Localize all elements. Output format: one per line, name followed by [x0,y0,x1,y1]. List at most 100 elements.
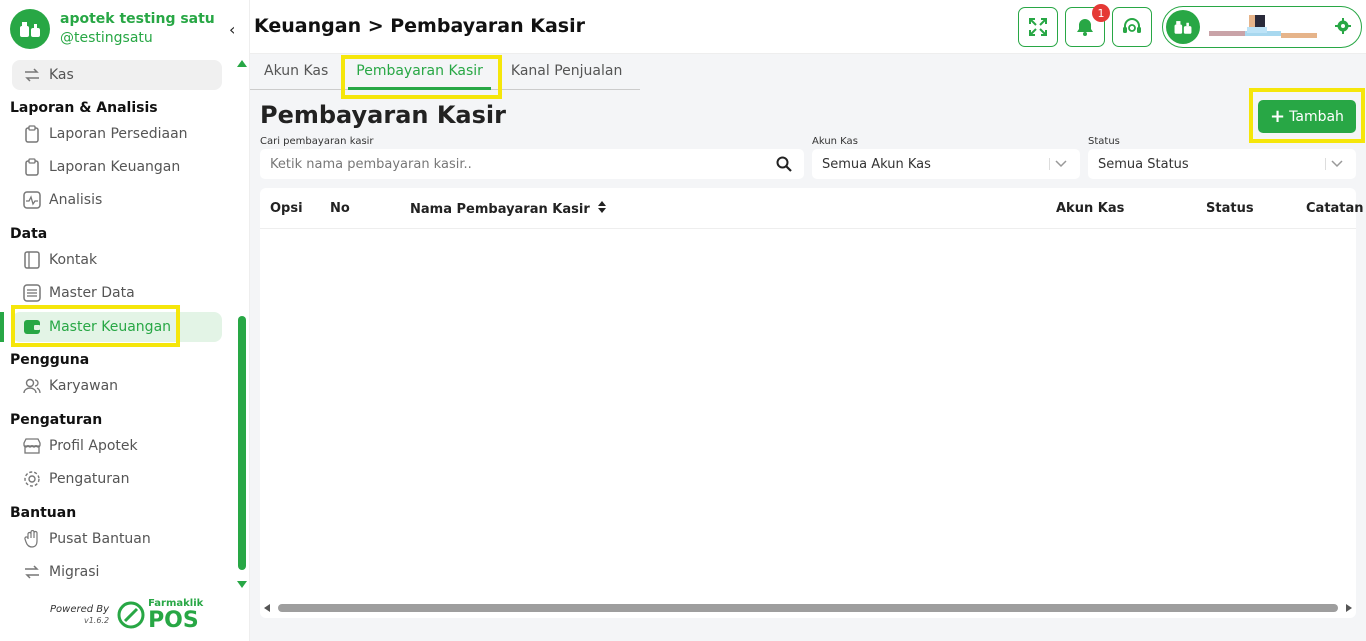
select-separator [1325,158,1326,170]
section-title-bantuan: Bantuan [10,505,77,521]
section-title-data: Data [10,226,48,242]
scroll-down-arrow-icon[interactable] [237,581,247,588]
brand: apotek testing satu @testingsatu [10,9,215,49]
chevron-down-icon [1054,156,1068,174]
profile-menu[interactable] [1162,6,1362,48]
powered-by: Powered By v1.6.2 Farmaklik POS [50,598,203,632]
sidebar-item-pusat-bantuan[interactable]: Pusat Bantuan [12,524,222,554]
status-select[interactable]: Semua Status [1088,149,1356,179]
data-table: Opsi No Nama Pembayaran Kasir Akun Kas S… [260,188,1364,618]
wallet-icon [22,317,42,337]
akun-kas-label: Akun Kas [812,136,858,147]
sidebar-item-master-data[interactable]: Master Data [12,278,222,308]
sidebar-item-karyawan[interactable]: Karyawan [12,371,222,401]
hand-icon [22,529,42,549]
scroll-left-arrow-icon[interactable] [264,604,270,612]
add-button[interactable]: + Tambah [1258,100,1356,133]
sidebar-item-label: Kontak [49,252,98,268]
clipboard-icon [22,157,42,177]
sidebar: apotek testing satu @testingsatu ‹ Kas L… [0,0,250,641]
tab-pembayaran-kasir[interactable]: Pembayaran Kasir [348,55,491,90]
notification-badge: 1 [1092,4,1110,22]
search-label: Cari pembayaran kasir [260,136,374,147]
version-label: v1.6.2 [83,616,110,625]
sidebar-item-pengaturan[interactable]: Pengaturan [12,464,222,494]
sidebar-item-label: Laporan Persediaan [49,126,188,142]
sidebar-item-kontak[interactable]: Kontak [12,245,222,275]
powered-by-label: Powered By [50,604,110,615]
collapse-sidebar-icon[interactable]: ‹ [229,20,235,39]
headset-icon [1123,18,1141,33]
akun-kas-select[interactable]: Semua Akun Kas [812,149,1080,179]
tab-kanal-penjualan[interactable]: Kanal Penjualan [497,55,636,90]
search-icon[interactable] [776,156,792,176]
sidebar-item-kas[interactable]: Kas [12,60,222,90]
farmaklik-logo-big: POS [148,608,199,633]
status-value: Semua Status [1098,156,1189,172]
notification-button[interactable]: 1 [1065,4,1110,47]
clipboard-icon [22,124,42,144]
plus-icon: + [1270,106,1286,127]
column-header-nama[interactable]: Nama Pembayaran Kasir [410,201,607,217]
sidebar-item-laporan-keuangan[interactable]: Laporan Keuangan [12,152,222,182]
sidebar-item-master-keuangan[interactable]: Master Keuangan [12,312,222,342]
settings-gear-icon[interactable] [1335,18,1351,38]
tab-bar: Akun Kas Pembayaran Kasir Kanal Penjuala… [250,55,640,90]
column-header-label: Nama Pembayaran Kasir [410,202,590,217]
sidebar-item-label: Migrasi [49,564,100,580]
top-header: Keuangan > Pembayaran Kasir 1 [250,0,1366,54]
sidebar-item-laporan-persediaan[interactable]: Laporan Persediaan [12,119,222,149]
farmaklik-mark-icon [117,601,145,629]
fullscreen-button[interactable] [1018,7,1058,47]
activity-icon [22,190,42,210]
search-placeholder: Ketik nama pembayaran kasir.. [270,156,472,172]
farmaklik-logo: Farmaklik POS [117,598,203,632]
scroll-up-arrow-icon[interactable] [237,60,247,67]
column-header-opsi: Opsi [270,201,303,216]
sidebar-item-label: Karyawan [49,378,119,394]
sidebar-item-label: Analisis [49,192,103,208]
scroll-right-arrow-icon[interactable] [1346,604,1352,612]
bell-icon [1077,19,1093,36]
expand-icon [1029,18,1047,36]
brand-name: apotek testing satu [60,11,215,27]
page-title: Pembayaran Kasir [260,101,506,129]
status-label: Status [1088,136,1120,147]
sidebar-item-migrasi[interactable]: Migrasi [12,557,222,587]
transfer-icon [22,65,42,85]
akun-kas-value: Semua Akun Kas [822,156,931,172]
profile-name-redacted [1209,15,1317,41]
search-input[interactable]: Ketik nama pembayaran kasir.. [260,149,804,179]
pharmacy-logo-icon [10,9,50,49]
sidebar-item-profil-apotek[interactable]: Profil Apotek [12,431,222,461]
database-icon [22,283,42,303]
select-separator [1049,158,1050,170]
tab-akun-kas[interactable]: Akun Kas [250,55,342,90]
avatar [1166,10,1200,44]
sort-icon[interactable] [598,201,607,217]
sidebar-scroll-thumb[interactable] [238,316,246,570]
chevron-down-icon [1330,156,1344,174]
brand-handle: @testingsatu [60,30,153,46]
sidebar-item-label: Pengaturan [49,471,130,487]
sidebar-item-label: Kas [49,67,74,83]
support-button[interactable] [1112,7,1152,47]
sidebar-item-label: Pusat Bantuan [49,531,151,547]
add-button-label: Tambah [1289,108,1344,125]
transfer-icon [22,562,42,582]
column-header-no: No [330,201,350,216]
store-icon [22,436,42,456]
column-header-status: Status [1206,201,1254,216]
column-header-akun-kas: Akun Kas [1056,201,1125,216]
contact-book-icon [22,250,42,270]
sidebar-scrollbar[interactable] [237,60,247,588]
active-indicator [0,312,4,342]
table-header: Opsi No Nama Pembayaran Kasir Akun Kas S… [260,188,1364,229]
sidebar-item-analisis[interactable]: Analisis [12,185,222,215]
table-horizontal-scrollbar[interactable] [260,601,1356,615]
section-title-laporan: Laporan & Analisis [10,100,158,116]
sidebar-item-label: Profil Apotek [49,438,138,454]
table-scroll-thumb[interactable] [278,604,1338,612]
gear-icon [22,469,42,489]
section-title-pengaturan: Pengaturan [10,412,103,428]
